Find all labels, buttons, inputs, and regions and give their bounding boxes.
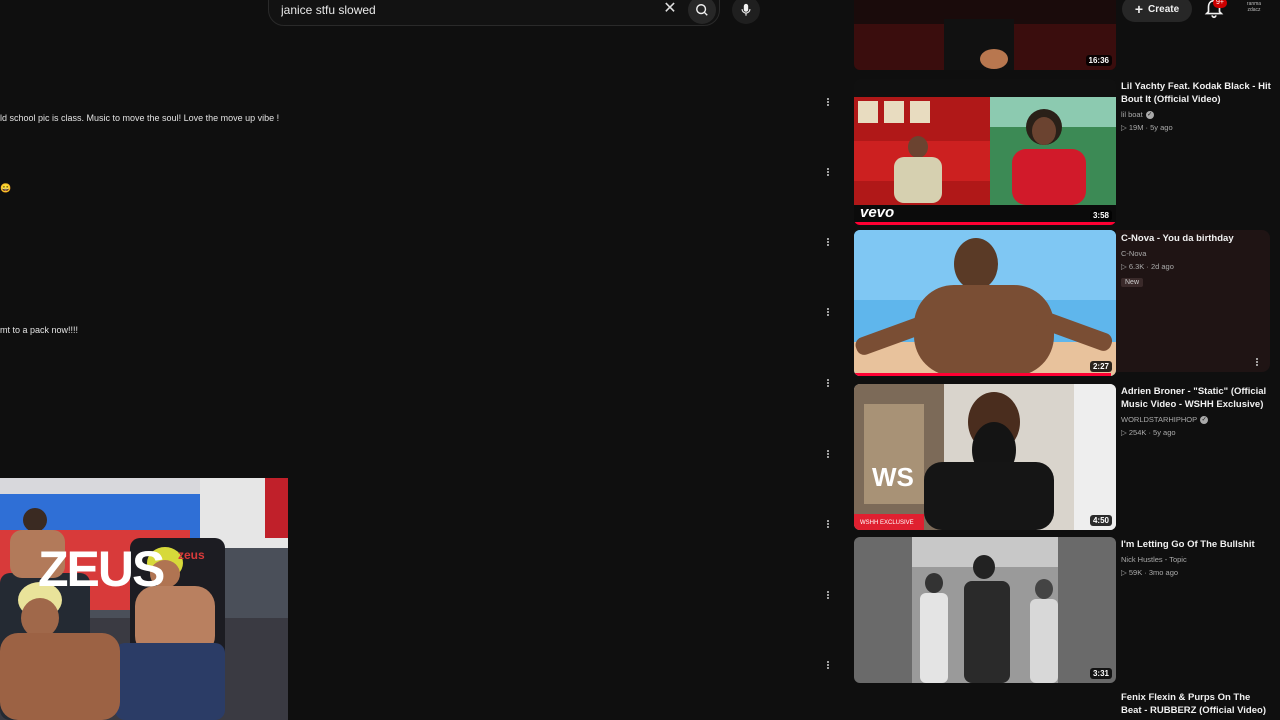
create-label: Create [1148, 3, 1180, 15]
comment-emoji: 😀 [0, 183, 12, 193]
clear-search-icon[interactable]: ✕ [663, 0, 677, 18]
comment-more-icon[interactable] [826, 167, 830, 179]
video-info: Lil Yachty Feat. Kodak Black - Hit Bout … [1121, 80, 1271, 132]
webcam-overlay: ZEUS zeus [0, 478, 288, 720]
comment-more-icon[interactable] [826, 97, 830, 109]
video-title[interactable]: Fenix Flexin & Purps On The Beat - RUBBE… [1121, 691, 1271, 717]
video-duration: 2:27 [1089, 361, 1112, 372]
video-title[interactable]: Adrien Broner - "Static" (Official Music… [1121, 385, 1271, 411]
search-box[interactable] [268, 0, 720, 26]
microphone-icon [741, 3, 751, 16]
video-channel[interactable]: lil boat ✓ [1121, 110, 1271, 119]
new-badge: New [1121, 278, 1144, 287]
verified-icon: ✓ [1200, 415, 1209, 424]
thumbnail-image [854, 537, 1116, 683]
video-duration: 3:58 [1089, 210, 1112, 221]
plus-icon: + [1134, 1, 1144, 17]
comment-more-icon[interactable] [826, 237, 830, 249]
wshh-logo: WS [872, 462, 914, 492]
thumbnail-image [854, 384, 1116, 530]
video-thumbnail[interactable]: 3:31 [854, 537, 1116, 683]
notification-count-badge: 9+ [1213, 0, 1227, 8]
video-info: C-Nova - You da birthday C-Nova ▷ 6.3K ·… [1121, 232, 1271, 289]
music-views-icon: ▷ [1121, 568, 1129, 577]
video-views-age: 19M · 5y ago [1128, 123, 1173, 132]
comment-text: mt to a pack now!!!! [0, 325, 79, 335]
channel-name: WORLDSTARHIPHOP [1121, 415, 1198, 424]
video-more-icon[interactable] [1255, 357, 1259, 369]
video-duration: 3:31 [1089, 668, 1112, 679]
video-title[interactable]: I'm Letting Go Of The Bullshit [1121, 538, 1271, 551]
video-meta: ▷ 19M · 5y ago [1121, 123, 1271, 132]
create-button[interactable]: + Create [1122, 0, 1192, 22]
comment-text: ld school pic is class. Music to move th… [0, 113, 280, 123]
music-views-icon: ▷ [1121, 123, 1129, 132]
video-views-age: 6.3K · 2d ago [1128, 262, 1174, 271]
channel-name: C-Nova [1121, 249, 1147, 258]
comment-more-icon[interactable] [826, 590, 830, 602]
video-info: Fenix Flexin & Purps On The Beat - RUBBE… [1121, 691, 1271, 717]
video-duration: 16:36 [1085, 55, 1112, 66]
music-views-icon: ▷ [1121, 262, 1129, 271]
video-title[interactable]: Lil Yachty Feat. Kodak Black - Hit Bout … [1121, 80, 1271, 106]
video-info: I'm Letting Go Of The Bullshit Nick Hust… [1121, 538, 1271, 577]
voice-search-button[interactable] [732, 0, 760, 24]
video-thumbnail[interactable]: 2:27 [854, 230, 1116, 376]
video-thumbnail[interactable]: vevo 3:58 [854, 79, 1116, 225]
vevo-logo: vevo [860, 204, 895, 221]
video-info: Adrien Broner - "Static" (Official Music… [1121, 385, 1271, 437]
comment-more-icon[interactable] [826, 378, 830, 390]
channel-name: lil boat [1121, 110, 1143, 119]
video-channel[interactable]: WORLDSTARHIPHOP ✓ [1121, 415, 1271, 424]
video-channel[interactable]: C-Nova [1121, 249, 1271, 258]
video-duration: 4:50 [1089, 515, 1112, 526]
video-thumbnail[interactable]: 16:36 [854, 0, 1116, 70]
video-channel[interactable]: Nick Hustles - Topic [1121, 555, 1271, 564]
video-meta: ▷ 6.3K · 2d ago [1121, 262, 1271, 271]
search-input[interactable] [279, 0, 663, 21]
webcam-banner-text: ZEUS [38, 541, 165, 597]
video-views-age: 59K · 3mo ago [1128, 568, 1179, 577]
video-meta: ▷ 59K · 3mo ago [1121, 568, 1271, 577]
account-avatar[interactable]: ranma zdacz [1242, 1, 1266, 19]
verified-icon: ✓ [1145, 110, 1154, 119]
watch-progress-bar [854, 222, 1116, 225]
channel-name: Nick Hustles - Topic [1121, 555, 1187, 564]
comment-more-icon[interactable] [826, 307, 830, 319]
video-thumbnail[interactable]: WS WSHH EXCLUSIVE 4:50 [854, 384, 1116, 530]
comment-more-icon[interactable] [826, 660, 830, 672]
video-meta: ▷ 254K · 5y ago [1121, 428, 1271, 437]
exclusive-label: WSHH EXCLUSIVE [860, 520, 914, 526]
comment-more-icon[interactable] [826, 519, 830, 531]
webcam-scene [0, 478, 288, 720]
video-views-age: 254K · 5y ago [1128, 428, 1176, 437]
video-title[interactable]: C-Nova - You da birthday [1121, 232, 1271, 245]
webcam-chair-text: zeus [178, 548, 205, 562]
search-icon [696, 4, 708, 16]
thumbnail-image [854, 230, 1116, 376]
comment-more-icon[interactable] [826, 449, 830, 461]
watch-progress-bar [854, 373, 1111, 376]
music-views-icon: ▷ [1121, 428, 1129, 437]
thumbnail-image [854, 0, 1116, 70]
